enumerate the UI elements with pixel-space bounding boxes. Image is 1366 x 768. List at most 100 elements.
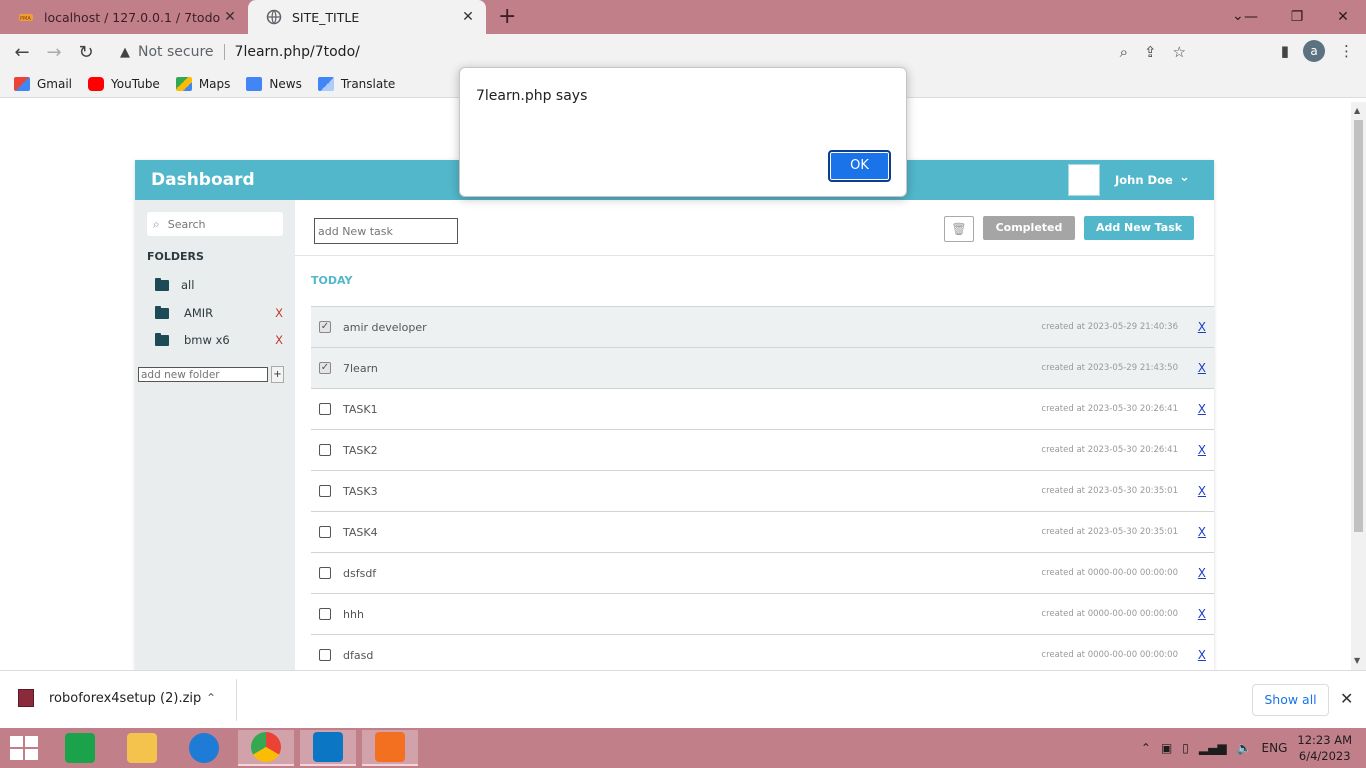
- address-bar[interactable]: ▲ Not secure 7learn.php/7todo/ ⌕ ⇪ ☆: [110, 37, 1200, 67]
- add-folder-button[interactable]: +: [271, 366, 284, 383]
- user-name[interactable]: John Doe: [1115, 173, 1173, 187]
- bookmark-label: Maps: [198, 76, 231, 91]
- minimize-icon[interactable]: —: [1228, 9, 1274, 25]
- task-checkbox[interactable]: ✓: [319, 321, 331, 333]
- ok-button[interactable]: OK: [828, 150, 891, 182]
- trash-button[interactable]: 🗑: [944, 216, 974, 242]
- download-item[interactable]: roboforex4setup (2).zip: [18, 689, 201, 707]
- search-input[interactable]: [167, 217, 268, 231]
- tab-close-icon[interactable]: ✕: [222, 9, 238, 25]
- bookmark-translate[interactable]: Translate: [317, 76, 395, 91]
- task-created-at: created at 2023-05-30 20:35:01: [1041, 527, 1178, 537]
- tab-phpmyadmin[interactable]: PMA localhost / 127.0.0.1 / 7todo / tas …: [0, 0, 248, 34]
- close-icon[interactable]: ✕: [1340, 689, 1353, 708]
- section-heading-today: TODAY: [311, 274, 353, 287]
- restore-icon[interactable]: ❐: [1274, 9, 1320, 25]
- profile-avatar[interactable]: a: [1303, 40, 1325, 62]
- task-checkbox[interactable]: [319, 485, 331, 497]
- folder-item-amir[interactable]: AMIR X: [155, 304, 285, 322]
- task-name: dfasd: [343, 648, 374, 662]
- windows-start-icon[interactable]: [10, 736, 38, 760]
- task-delete-link[interactable]: X: [1198, 361, 1206, 375]
- task-delete-link[interactable]: X: [1198, 402, 1206, 416]
- trash-icon: 🗑: [951, 222, 967, 236]
- taskbar-chrome[interactable]: [238, 730, 294, 766]
- task-delete-link[interactable]: X: [1198, 525, 1206, 539]
- task-delete-link[interactable]: X: [1198, 484, 1206, 498]
- search-field[interactable]: ⌕: [147, 212, 283, 236]
- task-checkbox[interactable]: [319, 649, 331, 661]
- task-name: TASK1: [343, 402, 378, 416]
- task-row: TASK3 created at 2023-05-30 20:35:01 X: [311, 470, 1214, 511]
- task-delete-link[interactable]: X: [1198, 607, 1206, 621]
- bookmark-maps[interactable]: Maps: [175, 76, 231, 91]
- bookmark-news[interactable]: News: [246, 76, 302, 91]
- zoom-icon[interactable]: ⌕: [1120, 43, 1128, 61]
- page-scrollbar[interactable]: ▲ ▼: [1351, 102, 1366, 670]
- side-panel-icon[interactable]: ▮: [1281, 42, 1289, 60]
- back-icon[interactable]: ←: [6, 42, 38, 63]
- taskbar-store[interactable]: [52, 730, 108, 766]
- signal-icon[interactable]: ▂▄▆: [1199, 741, 1227, 755]
- folder-label: AMIR: [184, 306, 214, 320]
- close-window-icon[interactable]: ✕: [1320, 9, 1366, 25]
- url-text[interactable]: 7learn.php/7todo/: [235, 44, 360, 60]
- show-all-button[interactable]: Show all: [1252, 684, 1329, 716]
- security-label[interactable]: Not secure: [138, 44, 214, 60]
- task-row: TASK2 created at 2023-05-30 20:26:41 X: [311, 429, 1214, 470]
- dialog-message: 7learn.php says: [476, 88, 588, 104]
- task-row: ✓ amir developer created at 2023-05-29 2…: [311, 306, 1214, 347]
- language-indicator[interactable]: ENG: [1262, 741, 1288, 755]
- add-new-task-button[interactable]: Add New Task: [1084, 216, 1194, 240]
- new-folder-input[interactable]: [138, 367, 268, 382]
- taskbar-explorer[interactable]: [114, 730, 170, 766]
- task-checkbox[interactable]: [319, 403, 331, 415]
- chevron-up-icon[interactable]: ⌃: [1141, 741, 1151, 755]
- task-delete-link[interactable]: X: [1198, 566, 1206, 580]
- task-checkbox[interactable]: [319, 526, 331, 538]
- task-delete-link[interactable]: X: [1198, 320, 1206, 334]
- folder-delete[interactable]: X: [275, 306, 283, 320]
- bookmark-gmail[interactable]: Gmail: [14, 76, 72, 91]
- bookmark-youtube[interactable]: YouTube: [88, 76, 160, 91]
- taskbar-ie[interactable]: [176, 730, 232, 766]
- menu-kebab-icon[interactable]: ⋮: [1339, 42, 1354, 60]
- chevron-up-icon[interactable]: ⌃: [206, 691, 216, 705]
- battery-icon[interactable]: ▯: [1182, 741, 1189, 755]
- volume-icon[interactable]: 🔈: [1237, 741, 1252, 755]
- completed-button[interactable]: Completed: [983, 216, 1075, 240]
- share-icon[interactable]: ⇪: [1144, 43, 1157, 61]
- avatar[interactable]: [1068, 164, 1100, 196]
- scroll-down-icon[interactable]: ▼: [1354, 656, 1360, 665]
- new-task-input[interactable]: [314, 218, 458, 244]
- tab-site-title[interactable]: SITE_TITLE ✕: [248, 0, 486, 34]
- task-checkbox[interactable]: ✓: [319, 362, 331, 374]
- chevron-down-icon[interactable]: ⌄: [1179, 170, 1190, 185]
- task-delete-link[interactable]: X: [1198, 648, 1206, 662]
- taskbar-vscode[interactable]: [300, 730, 356, 766]
- scroll-up-icon[interactable]: ▲: [1354, 106, 1360, 115]
- task-row: ✓ 7learn created at 2023-05-29 21:43:50 …: [311, 347, 1214, 388]
- warning-icon[interactable]: ▲: [120, 45, 130, 60]
- task-delete-link[interactable]: X: [1198, 443, 1206, 457]
- task-name: TASK3: [343, 484, 378, 498]
- tab-title: localhost / 127.0.0.1 / 7todo / tas: [44, 9, 222, 25]
- network-warning-icon[interactable]: ▣: [1161, 741, 1172, 755]
- task-created-at: created at 2023-05-30 20:26:41: [1041, 445, 1178, 455]
- reload-icon[interactable]: ↻: [70, 42, 102, 63]
- task-checkbox[interactable]: [319, 608, 331, 620]
- task-checkbox[interactable]: [319, 567, 331, 579]
- forward-icon[interactable]: →: [38, 42, 70, 63]
- new-tab-icon[interactable]: +: [498, 5, 516, 29]
- clock[interactable]: 12:23 AM 6/4/2023: [1297, 732, 1352, 764]
- taskbar-xampp[interactable]: [362, 730, 418, 766]
- tab-close-icon[interactable]: ✕: [460, 9, 476, 25]
- folder-item-all[interactable]: all: [155, 276, 285, 294]
- folder-item-bmw-x6[interactable]: bmw x6 X: [155, 331, 285, 349]
- folder-delete[interactable]: X: [275, 333, 283, 347]
- task-checkbox[interactable]: [319, 444, 331, 456]
- folder-label: bmw x6: [184, 333, 230, 347]
- task-created-at: created at 2023-05-30 20:35:01: [1041, 486, 1178, 496]
- bookmark-star-icon[interactable]: ☆: [1173, 43, 1186, 61]
- scrollbar-thumb[interactable]: [1354, 120, 1363, 532]
